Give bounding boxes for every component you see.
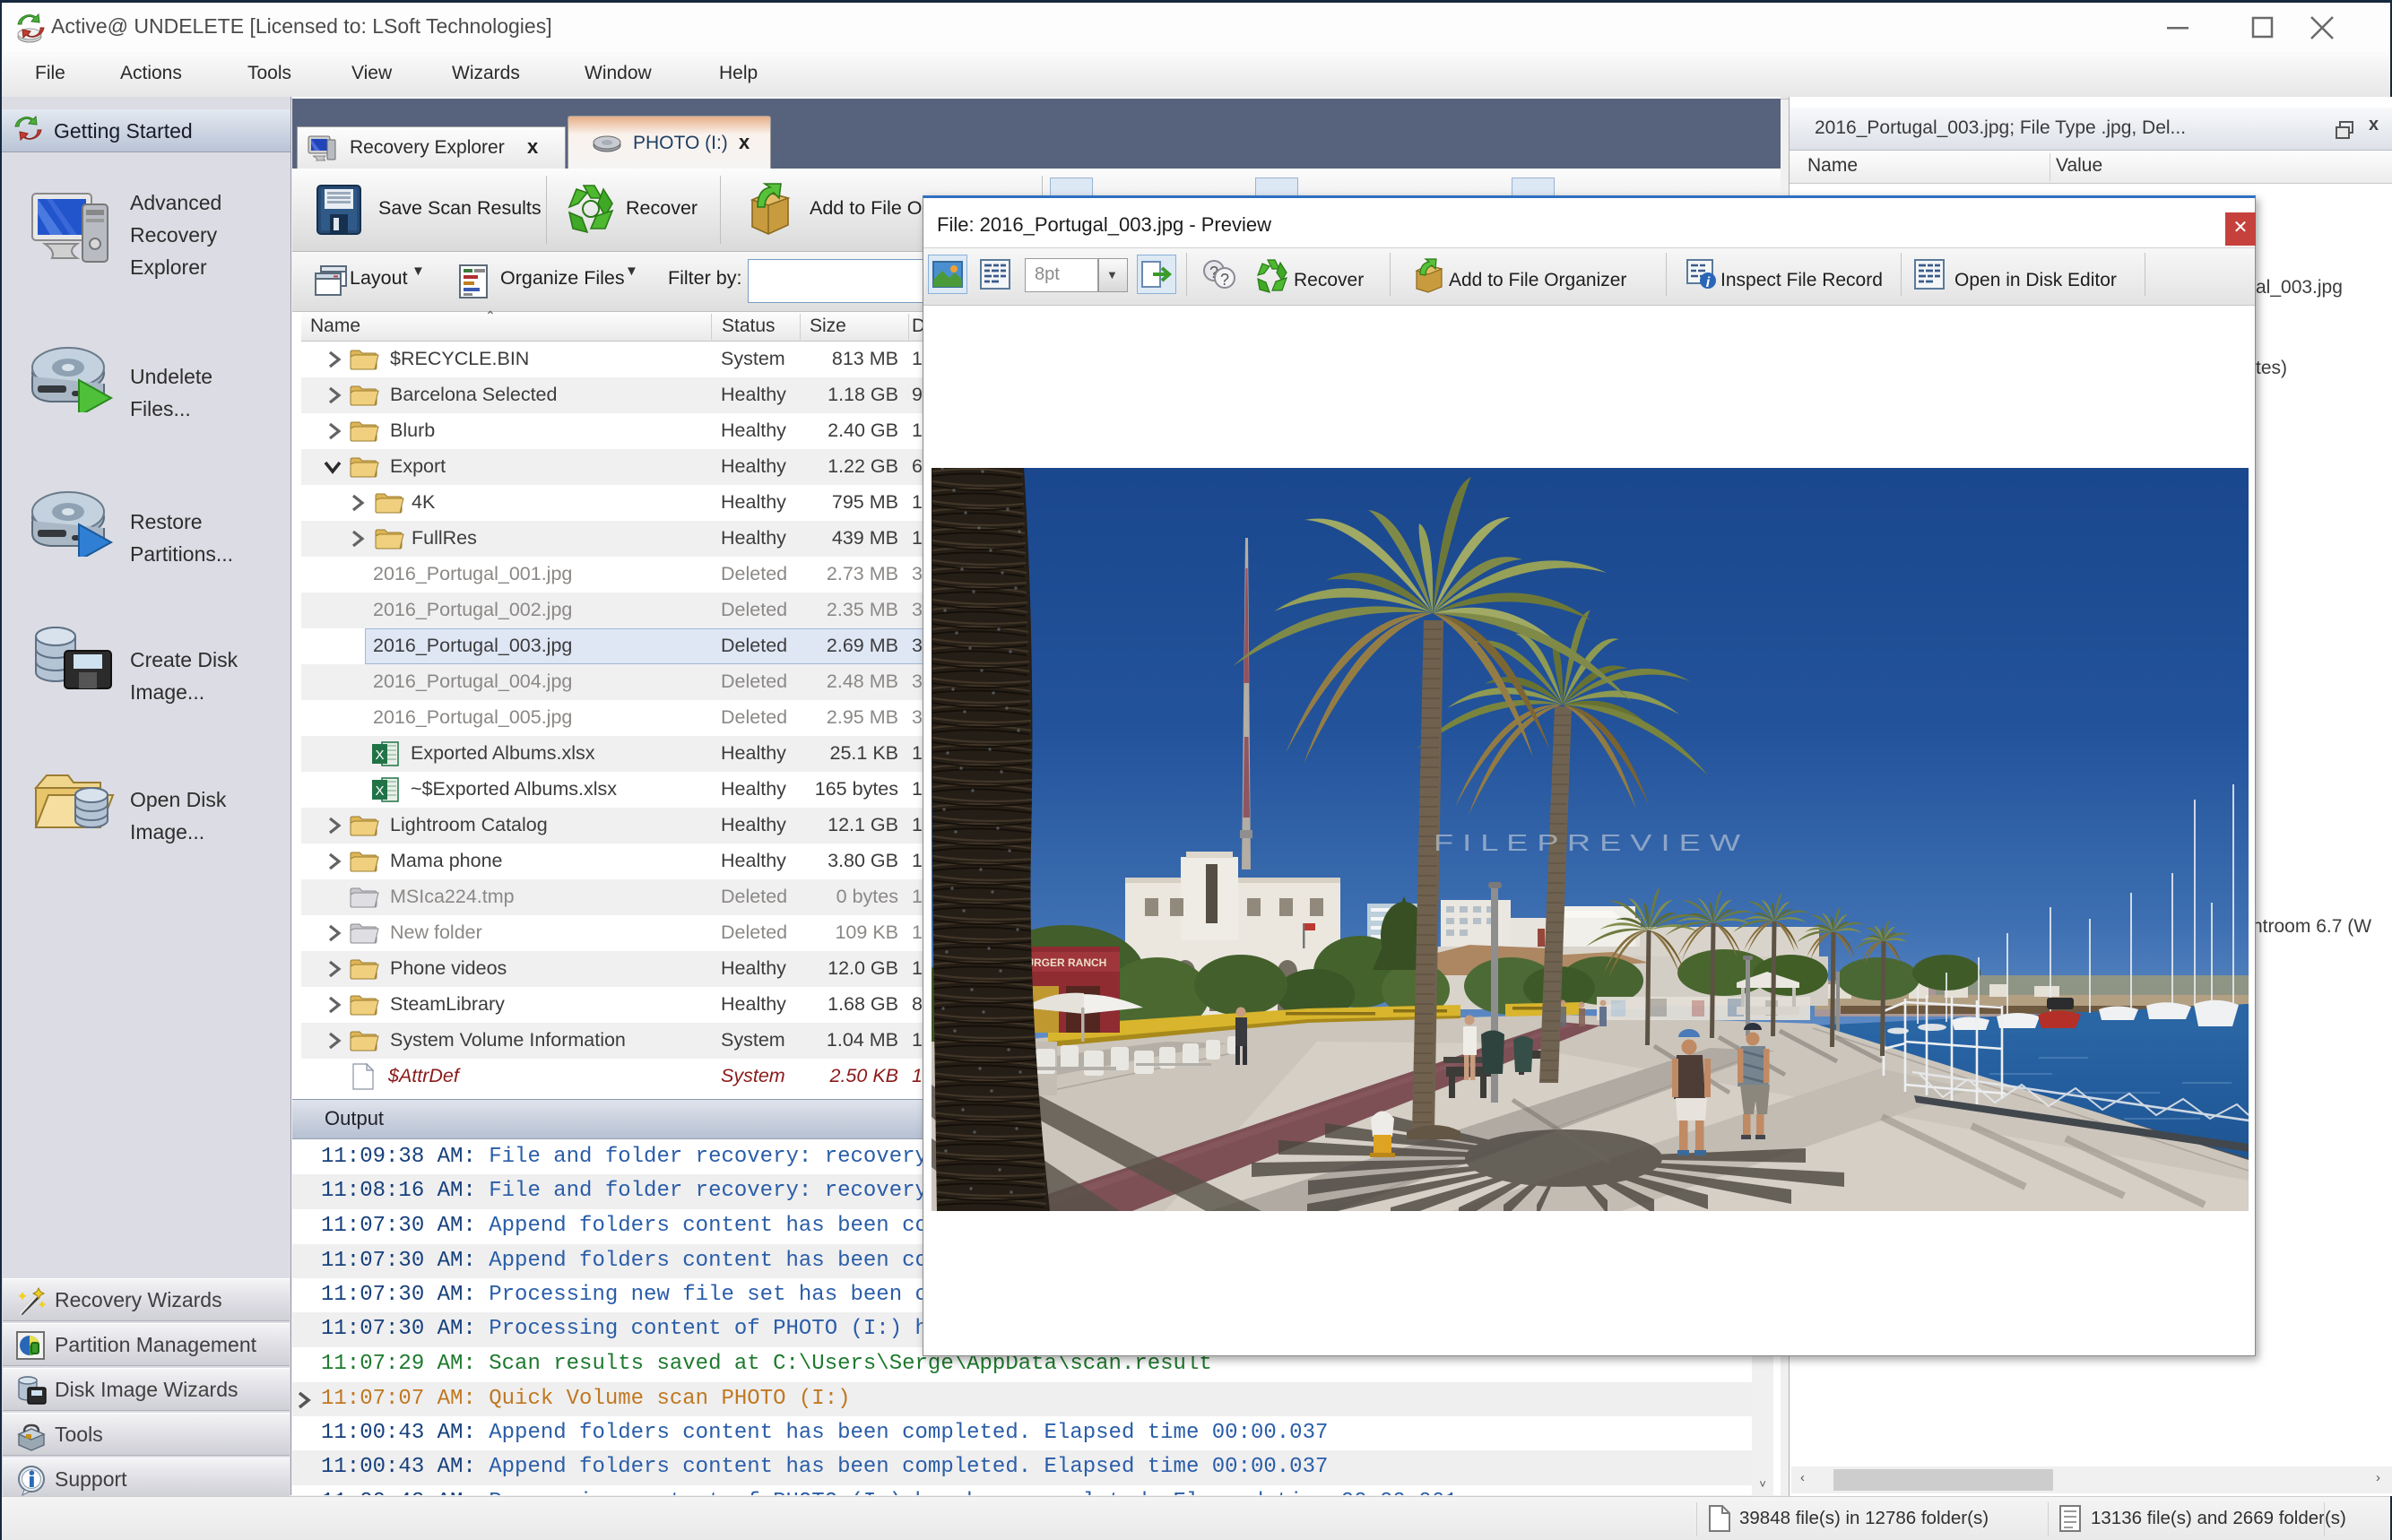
svg-text:i: i [1706, 275, 1711, 290]
svg-text:X: X [375, 783, 384, 799]
svg-text:X: X [375, 748, 384, 763]
svg-text:F I L E P R E V I E W: F I L E P R E V I E W [1434, 829, 1741, 856]
svg-text:?: ? [1220, 271, 1229, 289]
